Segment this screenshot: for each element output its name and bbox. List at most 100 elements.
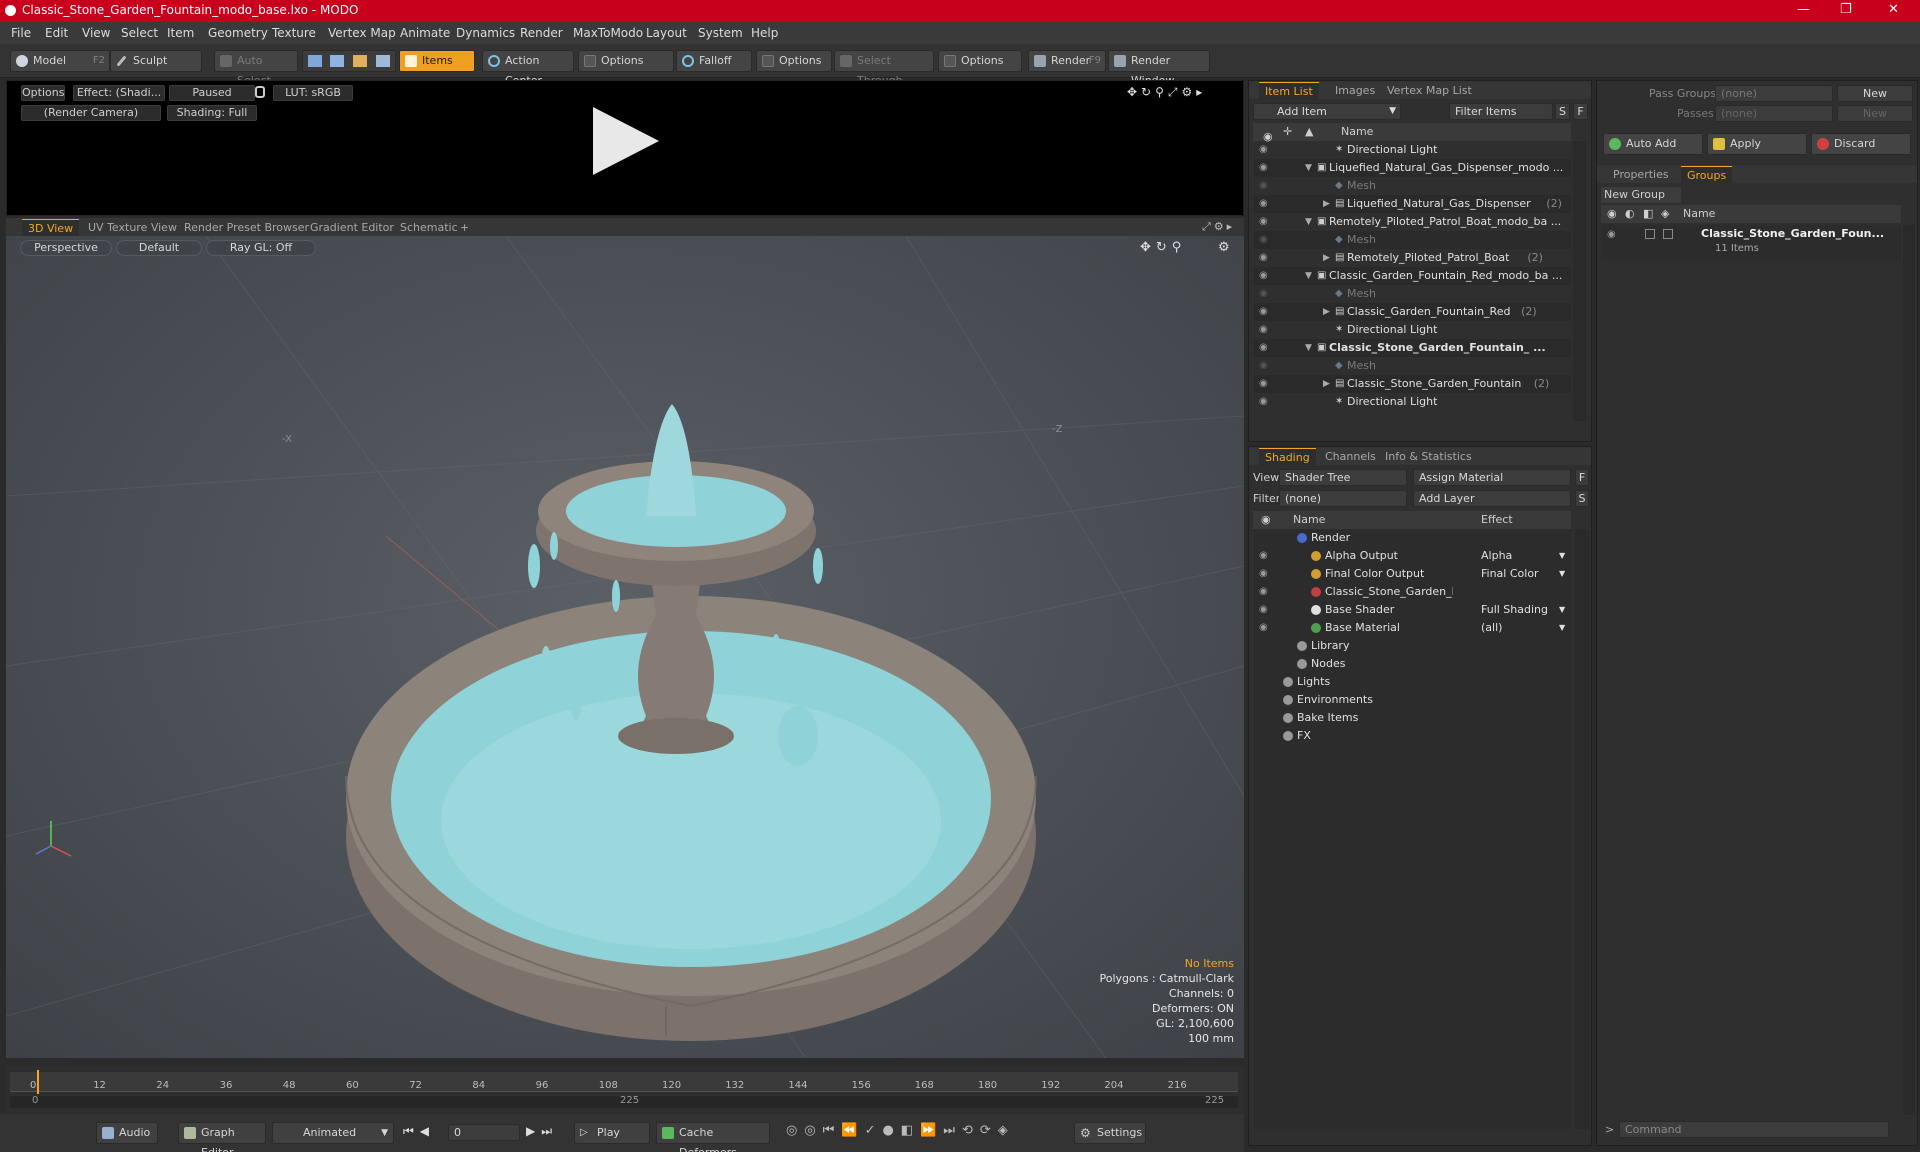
visibility-eye-icon[interactable]: ◉: [1259, 321, 1268, 339]
paused-toggle[interactable]: Paused: [169, 85, 255, 101]
item-list-row[interactable]: ◉ ▶ ▤ Classic_Stone_Garden_Fountain (2): [1253, 375, 1571, 393]
shader-tree-row[interactable]: Environments: [1253, 691, 1571, 709]
chevron-down-icon[interactable]: ▼: [1559, 565, 1565, 583]
menu-help[interactable]: Help: [751, 26, 778, 40]
passes-dropdown[interactable]: (none): [1715, 105, 1833, 122]
action-center-options-button[interactable]: Options: [578, 50, 674, 72]
visibility-eye-icon[interactable]: ◉: [1259, 393, 1268, 411]
filter-f-button[interactable]: F: [1573, 103, 1588, 120]
action-center-button[interactable]: Action Center: [482, 50, 574, 87]
item-list-row[interactable]: ◉ ▼ ▣ Liquefied_Natural_Gas_Dispenser_modo …: [1253, 159, 1571, 177]
item-list-row[interactable]: ◉ ◆ Mesh: [1253, 231, 1571, 249]
visibility-eye-icon[interactable]: ◉: [1259, 195, 1268, 213]
visibility-eye-icon[interactable]: ◉: [1607, 229, 1616, 240]
visibility-eye-icon[interactable]: ◉: [1259, 177, 1268, 195]
tab-properties[interactable]: Properties: [1607, 166, 1675, 183]
minimize-button[interactable]: —: [1797, 2, 1810, 17]
3d-viewport[interactable]: Perspective Default Ray GL: Off ✥↻⚲ ⚙ -X…: [6, 236, 1244, 1058]
model-mode-button[interactable]: Model F2: [10, 50, 110, 72]
chevron-down-icon[interactable]: ▼: [1305, 267, 1312, 285]
vertices-icon[interactable]: [308, 55, 322, 67]
shading-dropdown[interactable]: Shading: Full: [167, 105, 257, 121]
menu-system[interactable]: System: [698, 26, 743, 40]
chevron-right-icon[interactable]: ▶: [1323, 249, 1330, 267]
lock-icon[interactable]: [255, 86, 265, 98]
shader-tree-row[interactable]: ◉ Alpha Output Alpha ▼: [1253, 547, 1571, 565]
item-list-row[interactable]: ◉ ✶ Directional Light: [1253, 321, 1571, 339]
tab-groups[interactable]: Groups: [1681, 166, 1733, 183]
viewport-style-dropdown[interactable]: Default: [116, 240, 202, 256]
visibility-eye-icon[interactable]: ◉: [1259, 249, 1268, 267]
visibility-eye-icon[interactable]: ◉: [1259, 285, 1268, 303]
menu-maxtomodo[interactable]: MaxToModo: [573, 26, 643, 40]
frame-field[interactable]: 0: [448, 1124, 520, 1141]
chevron-right-icon[interactable]: ▶: [1323, 303, 1330, 321]
lut-dropdown[interactable]: LUT: sRGB: [273, 85, 353, 101]
sculpt-mode-button[interactable]: Sculpt: [110, 50, 202, 72]
render-button[interactable]: Render F9: [1028, 50, 1106, 72]
shader-tree-row[interactable]: ◉ Classic_Stone_Garden_Fou...: [1253, 583, 1571, 601]
lock-checkbox[interactable]: [1645, 229, 1655, 239]
render-window-button[interactable]: Render Window: [1108, 50, 1210, 87]
visibility-eye-icon[interactable]: ◉: [1259, 267, 1268, 285]
settings-button[interactable]: ⚙ Settings: [1074, 1122, 1146, 1144]
filter-items-field[interactable]: Filter Items: [1449, 103, 1553, 120]
animated-dropdown[interactable]: Animated ▼: [272, 1122, 394, 1144]
render-options-button[interactable]: Options: [21, 85, 65, 101]
falloff-button[interactable]: Falloff: [676, 50, 752, 72]
tab-channels[interactable]: Channels: [1319, 448, 1382, 465]
new-group-button[interactable]: New Group: [1601, 187, 1681, 203]
shading-f-button[interactable]: F: [1575, 469, 1589, 486]
filter-dropdown[interactable]: (none): [1279, 490, 1407, 507]
menu-file[interactable]: File: [11, 26, 31, 40]
menu-texture[interactable]: Texture: [272, 26, 316, 40]
add-tab-button[interactable]: +: [454, 219, 475, 236]
materials-icon[interactable]: [376, 55, 390, 67]
visibility-eye-icon[interactable]: ◉: [1259, 231, 1268, 249]
groups-scrollbar[interactable]: [1903, 225, 1915, 1115]
edges-icon[interactable]: [330, 55, 344, 67]
shader-tree-row[interactable]: Lights: [1253, 673, 1571, 691]
new-pass-group-button[interactable]: New: [1837, 85, 1913, 102]
visibility-eye-icon[interactable]: ◉: [1259, 159, 1268, 177]
menu-dynamics[interactable]: Dynamics: [456, 26, 515, 40]
menu-vertex-map[interactable]: Vertex Map: [328, 26, 396, 40]
add-layer-dropdown[interactable]: Add Layer: [1413, 490, 1571, 507]
visibility-eye-icon[interactable]: ◉: [1259, 601, 1268, 619]
chevron-down-icon[interactable]: ▼: [1305, 159, 1312, 177]
item-list-row[interactable]: ◉ ✶ Directional Light: [1253, 141, 1571, 159]
shader-tree-scrollbar[interactable]: [1575, 529, 1589, 1129]
assign-material-dropdown[interactable]: Assign Material: [1413, 469, 1571, 486]
visibility-eye-icon[interactable]: ◉: [1259, 619, 1268, 637]
chevron-down-icon[interactable]: ▼: [1559, 601, 1565, 619]
tab-3d-view[interactable]: 3D View: [22, 219, 80, 236]
chevron-down-icon[interactable]: ▼: [1559, 619, 1565, 637]
viewport-settings-icon[interactable]: ⚙: [1218, 240, 1230, 255]
visibility-eye-icon[interactable]: ◉: [1259, 303, 1268, 321]
tab-render-preset-browser[interactable]: Render Preset Browser: [178, 219, 315, 236]
tab-gradient-editor[interactable]: Gradient Editor: [304, 219, 400, 236]
item-list-row[interactable]: ◉ ✶ Directional Light: [1253, 393, 1571, 411]
menu-select[interactable]: Select: [121, 26, 158, 40]
tab-vertex-map-list[interactable]: Vertex Map List: [1381, 82, 1478, 99]
filter-s-button[interactable]: S: [1555, 103, 1570, 120]
shader-tree-row[interactable]: Nodes: [1253, 655, 1571, 673]
step-forward-icons[interactable]: ▶⏭: [526, 1124, 558, 1139]
item-list-row[interactable]: ◉ ▼ ▣ Remotely_Piloted_Patrol_Boat_modo_ba …: [1253, 213, 1571, 231]
timeline[interactable]: 0 12 24 36 48 60 72 84 96 108 120 132 144 156 168 180 19…: [6, 1066, 1244, 1112]
chevron-right-icon[interactable]: ▶: [1323, 375, 1330, 393]
select-through-button[interactable]: Select Through: [834, 50, 934, 87]
item-list-row[interactable]: ◉ ▶ ▤ Classic_Garden_Fountain_Red (2): [1253, 303, 1571, 321]
group-row[interactable]: ◉ Classic_Stone_Garden_Foun... 11 Items: [1601, 225, 1901, 261]
item-list-scrollbar[interactable]: [1573, 141, 1587, 421]
shader-effect-value[interactable]: Full Shading: [1481, 601, 1561, 619]
visibility-eye-icon[interactable]: ◉: [1259, 357, 1268, 375]
chevron-down-icon[interactable]: ▼: [1305, 339, 1312, 357]
shader-tree-row[interactable]: Library: [1253, 637, 1571, 655]
audio-button[interactable]: Audio: [96, 1122, 158, 1144]
current-frame-marker[interactable]: [37, 1070, 39, 1094]
range-bar[interactable]: 0 225 225: [10, 1095, 1238, 1108]
shader-tree-row[interactable]: ◉ Base Material (all) ▼: [1253, 619, 1571, 637]
auto-add-button[interactable]: Auto Add: [1603, 133, 1703, 155]
visibility-eye-icon[interactable]: ◉: [1259, 565, 1268, 583]
